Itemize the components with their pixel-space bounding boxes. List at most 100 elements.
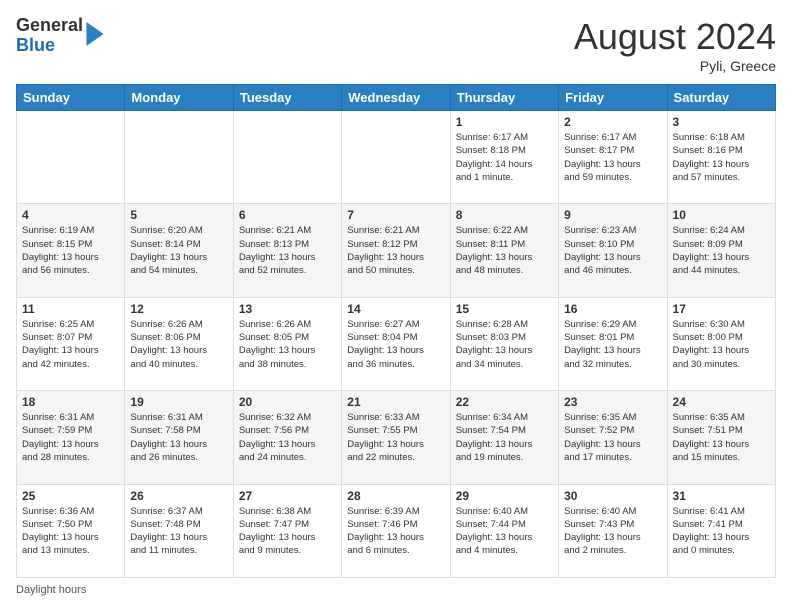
day-info: Sunrise: 6:26 AM Sunset: 8:06 PM Dayligh… (130, 318, 227, 371)
day-number: 10 (673, 208, 770, 222)
calendar-week-row: 4 Sunrise: 6:19 AM Sunset: 8:15 PM Daylig… (17, 204, 776, 297)
calendar-cell: 10 Sunrise: 6:24 AM Sunset: 8:09 PM Dayli… (667, 204, 775, 297)
calendar-cell: 16 Sunrise: 6:29 AM Sunset: 8:01 PM Dayli… (559, 297, 667, 390)
calendar-cell: 29Sunrise: 6:40 AM Sunset: 7:44 PM Dayli… (450, 484, 558, 577)
calendar-cell: 7 Sunrise: 6:21 AM Sunset: 8:12 PM Daylig… (342, 204, 450, 297)
logo: General Blue (16, 16, 105, 56)
day-number: 2 (564, 115, 661, 129)
day-info: Sunrise: 6:40 AM Sunset: 7:43 PM Dayligh… (564, 505, 661, 558)
calendar-header-row: SundayMondayTuesdayWednesdayThursdayFrid… (17, 85, 776, 111)
logo-text: General Blue (16, 16, 83, 56)
footer-note: Daylight hours (16, 584, 776, 596)
day-number: 1 (456, 115, 553, 129)
calendar-cell: 19 Sunrise: 6:31 AM Sunset: 7:58 PM Dayli… (125, 391, 233, 484)
calendar-cell: 28Sunrise: 6:39 AM Sunset: 7:46 PM Dayli… (342, 484, 450, 577)
day-number: 7 (347, 208, 444, 222)
calendar-table: SundayMondayTuesdayWednesdayThursdayFrid… (16, 84, 776, 578)
calendar-cell (342, 111, 450, 204)
page: General Blue August 2024 Pyli, Greece Su… (0, 0, 792, 612)
day-info: Sunrise: 6:17 AM Sunset: 8:17 PM Dayligh… (564, 131, 661, 184)
calendar-day-header: Tuesday (233, 85, 341, 111)
day-info: Sunrise: 6:19 AM Sunset: 8:15 PM Dayligh… (22, 224, 119, 277)
day-number: 23 (564, 395, 661, 409)
calendar-cell: 18Sunrise: 6:31 AM Sunset: 7:59 PM Dayli… (17, 391, 125, 484)
logo-general: General (16, 16, 83, 36)
day-info: Sunrise: 6:22 AM Sunset: 8:11 PM Dayligh… (456, 224, 553, 277)
day-number: 20 (239, 395, 336, 409)
calendar-cell: 5Sunrise: 6:20 AM Sunset: 8:14 PM Daylig… (125, 204, 233, 297)
day-info: Sunrise: 6:23 AM Sunset: 8:10 PM Dayligh… (564, 224, 661, 277)
calendar-cell: 24 Sunrise: 6:35 AM Sunset: 7:51 PM Dayli… (667, 391, 775, 484)
calendar-cell: 14 Sunrise: 6:27 AM Sunset: 8:04 PM Dayli… (342, 297, 450, 390)
day-number: 19 (130, 395, 227, 409)
day-number: 29 (456, 489, 553, 503)
calendar-day-header: Monday (125, 85, 233, 111)
day-info: Sunrise: 6:38 AM Sunset: 7:47 PM Dayligh… (239, 505, 336, 558)
day-number: 3 (673, 115, 770, 129)
day-info: Sunrise: 6:26 AM Sunset: 8:05 PM Dayligh… (239, 318, 336, 371)
calendar-cell: 2 Sunrise: 6:17 AM Sunset: 8:17 PM Daylig… (559, 111, 667, 204)
calendar-cell: 17Sunrise: 6:30 AM Sunset: 8:00 PM Dayli… (667, 297, 775, 390)
day-number: 14 (347, 302, 444, 316)
calendar-cell: 8Sunrise: 6:22 AM Sunset: 8:11 PM Daylig… (450, 204, 558, 297)
day-number: 31 (673, 489, 770, 503)
day-number: 15 (456, 302, 553, 316)
day-info: Sunrise: 6:21 AM Sunset: 8:12 PM Dayligh… (347, 224, 444, 277)
day-number: 16 (564, 302, 661, 316)
day-info: Sunrise: 6:33 AM Sunset: 7:55 PM Dayligh… (347, 411, 444, 464)
calendar-cell: 31Sunrise: 6:41 AM Sunset: 7:41 PM Dayli… (667, 484, 775, 577)
day-info: Sunrise: 6:34 AM Sunset: 7:54 PM Dayligh… (456, 411, 553, 464)
calendar-week-row: 25 Sunrise: 6:36 AM Sunset: 7:50 PM Dayli… (17, 484, 776, 577)
calendar-week-row: 11Sunrise: 6:25 AM Sunset: 8:07 PM Dayli… (17, 297, 776, 390)
calendar-cell: 1 Sunrise: 6:17 AM Sunset: 8:18 PM Daylig… (450, 111, 558, 204)
day-number: 25 (22, 489, 119, 503)
calendar-cell: 13 Sunrise: 6:26 AM Sunset: 8:05 PM Dayli… (233, 297, 341, 390)
calendar-day-header: Friday (559, 85, 667, 111)
title-block: August 2024 Pyli, Greece (574, 16, 776, 74)
day-number: 18 (22, 395, 119, 409)
day-number: 5 (130, 208, 227, 222)
calendar-cell: 11Sunrise: 6:25 AM Sunset: 8:07 PM Dayli… (17, 297, 125, 390)
calendar-week-row: 18Sunrise: 6:31 AM Sunset: 7:59 PM Dayli… (17, 391, 776, 484)
calendar-day-header: Sunday (17, 85, 125, 111)
day-info: Sunrise: 6:35 AM Sunset: 7:51 PM Dayligh… (673, 411, 770, 464)
day-info: Sunrise: 6:36 AM Sunset: 7:50 PM Dayligh… (22, 505, 119, 558)
day-info: Sunrise: 6:30 AM Sunset: 8:00 PM Dayligh… (673, 318, 770, 371)
calendar-cell: 15 Sunrise: 6:28 AM Sunset: 8:03 PM Dayli… (450, 297, 558, 390)
calendar-cell (17, 111, 125, 204)
header: General Blue August 2024 Pyli, Greece (16, 16, 776, 74)
day-number: 12 (130, 302, 227, 316)
month-title: August 2024 (574, 16, 776, 58)
calendar-week-row: 1 Sunrise: 6:17 AM Sunset: 8:18 PM Daylig… (17, 111, 776, 204)
calendar-cell: 3Sunrise: 6:18 AM Sunset: 8:16 PM Daylig… (667, 111, 775, 204)
day-info: Sunrise: 6:25 AM Sunset: 8:07 PM Dayligh… (22, 318, 119, 371)
day-info: Sunrise: 6:24 AM Sunset: 8:09 PM Dayligh… (673, 224, 770, 277)
location-subtitle: Pyli, Greece (574, 58, 776, 74)
day-number: 4 (22, 208, 119, 222)
calendar-cell: 26Sunrise: 6:37 AM Sunset: 7:48 PM Dayli… (125, 484, 233, 577)
day-number: 26 (130, 489, 227, 503)
day-number: 30 (564, 489, 661, 503)
day-number: 13 (239, 302, 336, 316)
day-info: Sunrise: 6:29 AM Sunset: 8:01 PM Dayligh… (564, 318, 661, 371)
calendar-cell: 30 Sunrise: 6:40 AM Sunset: 7:43 PM Dayli… (559, 484, 667, 577)
day-info: Sunrise: 6:27 AM Sunset: 8:04 PM Dayligh… (347, 318, 444, 371)
footer-note-text: Daylight hours (16, 584, 86, 596)
calendar-cell: 4 Sunrise: 6:19 AM Sunset: 8:15 PM Daylig… (17, 204, 125, 297)
day-info: Sunrise: 6:31 AM Sunset: 7:58 PM Dayligh… (130, 411, 227, 464)
calendar-day-header: Wednesday (342, 85, 450, 111)
day-number: 28 (347, 489, 444, 503)
day-number: 6 (239, 208, 336, 222)
calendar-cell (125, 111, 233, 204)
day-number: 24 (673, 395, 770, 409)
day-number: 9 (564, 208, 661, 222)
logo-blue: Blue (16, 36, 83, 56)
calendar-cell: 12 Sunrise: 6:26 AM Sunset: 8:06 PM Dayli… (125, 297, 233, 390)
calendar-cell: 20Sunrise: 6:32 AM Sunset: 7:56 PM Dayli… (233, 391, 341, 484)
calendar-cell: 23Sunrise: 6:35 AM Sunset: 7:52 PM Dayli… (559, 391, 667, 484)
calendar-cell: 9 Sunrise: 6:23 AM Sunset: 8:10 PM Daylig… (559, 204, 667, 297)
day-number: 22 (456, 395, 553, 409)
day-info: Sunrise: 6:17 AM Sunset: 8:18 PM Dayligh… (456, 131, 553, 184)
day-info: Sunrise: 6:28 AM Sunset: 8:03 PM Dayligh… (456, 318, 553, 371)
calendar-cell (233, 111, 341, 204)
